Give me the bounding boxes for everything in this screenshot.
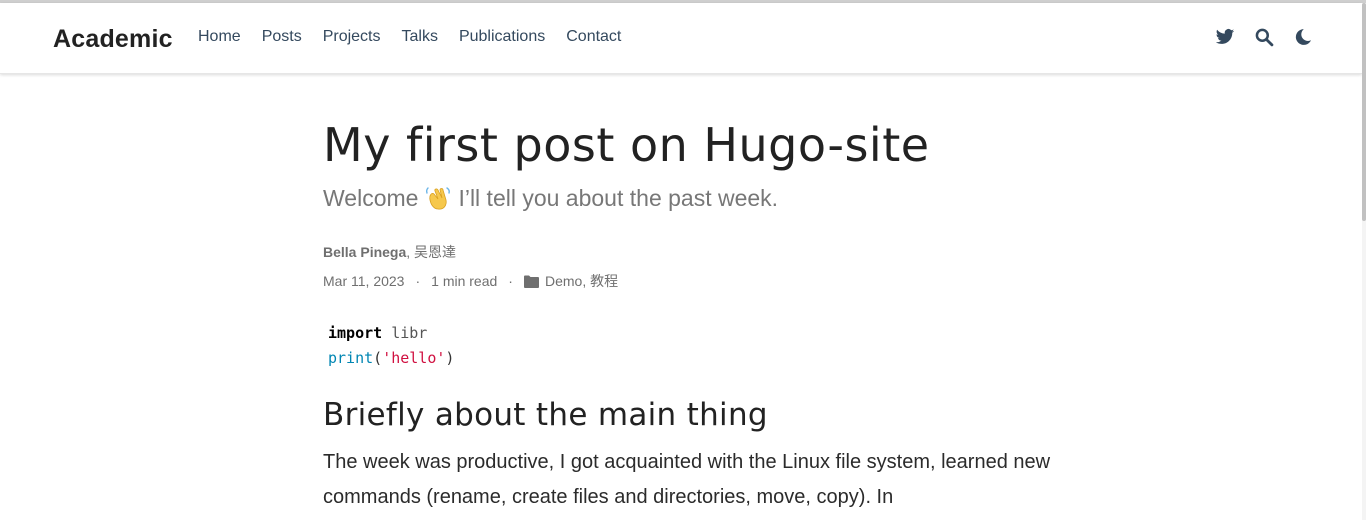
page-subtitle: Welcome I’ll tell you about the past wee… — [323, 184, 1063, 212]
code-line-1: import libr — [328, 321, 1063, 346]
code-keyword: import — [328, 324, 383, 342]
body-paragraph: The week was productive, I got acquainte… — [323, 451, 1051, 508]
section-heading: Briefly about the main thing — [323, 397, 768, 433]
article-meta: Mar 11, 2023 · 1 min read · Demo, 教程 — [323, 271, 1063, 291]
nav-link-home[interactable]: Home — [198, 28, 241, 46]
page-title: My first post on Hugo-site — [323, 118, 930, 172]
code-string: 'hello' — [382, 349, 446, 367]
read-time: 1 min read — [431, 273, 498, 289]
twitter-icon[interactable] — [1215, 27, 1235, 47]
author-primary[interactable]: Bella Pinega — [323, 244, 406, 260]
nav-link-publications[interactable]: Publications — [459, 28, 545, 46]
code-paren-open: ( — [373, 349, 383, 367]
search-icon[interactable] — [1254, 27, 1274, 47]
nav-link-talks[interactable]: Talks — [402, 28, 438, 46]
code-paren-close: ) — [445, 349, 455, 367]
brand-logo[interactable]: Academic — [53, 25, 173, 54]
meta-separator: · — [508, 273, 513, 289]
subtitle-text-start: Welcome — [323, 184, 419, 211]
author-secondary[interactable]: , 吴恩達 — [406, 244, 456, 260]
authors: Bella Pinega, 吴恩達 — [323, 242, 1063, 262]
nav-link-projects[interactable]: Projects — [323, 28, 381, 46]
categories-link[interactable]: Demo, 教程 — [545, 271, 618, 291]
waving-hand-icon — [424, 184, 452, 212]
scrollbar-thumb[interactable] — [1362, 3, 1366, 221]
nav-link-posts[interactable]: Posts — [262, 28, 302, 46]
nav-link-contact[interactable]: Contact — [566, 28, 621, 46]
article: My first post on Hugo-site Welcome I’ll … — [323, 110, 1063, 515]
code-module: libr — [391, 324, 428, 342]
moon-icon[interactable] — [1293, 27, 1313, 47]
publish-date: Mar 11, 2023 — [323, 273, 405, 289]
subtitle-text-end: I’ll tell you about the past week. — [458, 184, 779, 211]
code-function: print — [328, 349, 374, 367]
nav-links: Home Posts Projects Talks Publications C… — [198, 28, 642, 46]
code-block: import libr print('hello') — [328, 321, 1063, 371]
navbar: Academic Home Posts Projects Talks Publi… — [0, 3, 1362, 74]
code-line-2: print('hello') — [328, 346, 1063, 371]
nav-icons — [1215, 27, 1313, 47]
folder-icon — [523, 275, 539, 288]
meta-separator: · — [415, 273, 421, 289]
